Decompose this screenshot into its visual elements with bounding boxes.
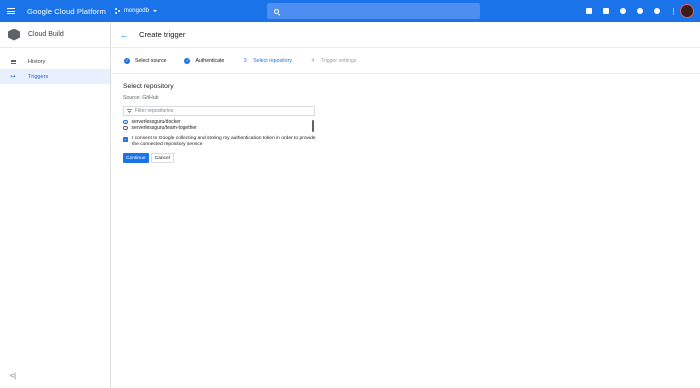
step-label: Select repository: [253, 57, 292, 64]
step-select-repository[interactable]: 3 Select repository: [242, 58, 292, 64]
list-item[interactable]: serverlessguru/team-together: [123, 125, 315, 131]
back-arrow-icon[interactable]: ←: [120, 30, 129, 40]
main-content: ← Create trigger ✓ Select source ✓ Authe…: [112, 22, 700, 388]
check-circle-icon: ✓: [124, 57, 130, 64]
list-icon: [10, 59, 16, 64]
notifications-icon[interactable]: [648, 0, 665, 22]
consent-text: I consent to Google collecting and stori…: [132, 136, 316, 148]
project-selector[interactable]: mongodb: [114, 8, 157, 14]
page-header: ← Create trigger: [112, 22, 700, 48]
top-app-bar: Google Cloud Platform mongodb: [0, 0, 700, 22]
project-name: mongodb: [123, 8, 149, 14]
section-title: Select repository: [123, 83, 174, 90]
sidebar-header: Cloud Build: [0, 22, 110, 48]
sidebar-item-label: Triggers: [28, 73, 49, 80]
sidebar-item-label: History: [28, 58, 46, 65]
project-icon: [114, 8, 121, 14]
triggers-icon: ↦: [10, 73, 16, 80]
page-title: Create trigger: [139, 30, 186, 39]
step-label: Authenticate: [195, 57, 225, 64]
sidebar: Cloud Build History ↦ Triggers <|: [0, 22, 111, 388]
sidebar-item-triggers[interactable]: ↦ Triggers: [0, 69, 110, 84]
step-number: 3: [243, 57, 247, 64]
checkbox-checked-icon[interactable]: ✓: [123, 136, 128, 142]
main-menu-button[interactable]: [0, 0, 22, 22]
help-icon[interactable]: [631, 0, 648, 22]
hamburger-icon: [7, 8, 15, 14]
repository-form: Select repository Source: GitHub Filter …: [112, 74, 700, 164]
filter-placeholder: Filter repositories: [135, 108, 174, 114]
avatar[interactable]: [680, 4, 694, 18]
step-trigger-settings: 4 Trigger settings: [310, 58, 357, 64]
filter-repositories-input[interactable]: Filter repositories: [123, 106, 315, 116]
search-icon: [274, 8, 279, 14]
radio-selected-icon[interactable]: [123, 119, 128, 125]
step-authenticate[interactable]: ✓ Authenticate: [184, 57, 225, 64]
step-label: Trigger settings: [320, 57, 357, 64]
sidebar-title: Cloud Build: [28, 31, 64, 38]
continue-button[interactable]: Continue: [123, 153, 149, 164]
search-input[interactable]: [267, 3, 480, 19]
radio-icon[interactable]: [123, 125, 128, 131]
step-select-source[interactable]: ✓ Select source: [124, 57, 167, 64]
brand-title[interactable]: Google Cloud Platform: [27, 7, 106, 16]
scrollbar[interactable]: [312, 120, 314, 132]
terminal-icon[interactable]: [597, 0, 614, 22]
collapse-sidebar-button[interactable]: <|: [10, 373, 16, 380]
feedback-icon[interactable]: [614, 0, 631, 22]
stepper: ✓ Select source ✓ Authenticate 3 Select …: [112, 48, 700, 74]
check-circle-icon: ✓: [184, 57, 191, 64]
repo-name: serverlessguru/team-together: [131, 125, 197, 131]
cancel-button[interactable]: Cancel: [150, 153, 174, 164]
chevron-down-icon: [152, 10, 157, 12]
consent-checkbox-row[interactable]: ✓ I consent to Google collecting and sto…: [123, 136, 323, 148]
cloud-build-icon: [8, 28, 20, 41]
source-label: Source: GitHub: [123, 95, 159, 101]
sidebar-item-history[interactable]: History: [0, 54, 110, 69]
form-actions: Continue Cancel: [123, 153, 700, 164]
apps-icon[interactable]: [580, 0, 597, 22]
step-number: 4: [311, 57, 315, 64]
filter-icon: [127, 109, 132, 113]
repository-list: serverlessguru/docker serverlessguru/tea…: [123, 119, 315, 133]
step-label: Select source: [135, 57, 167, 64]
